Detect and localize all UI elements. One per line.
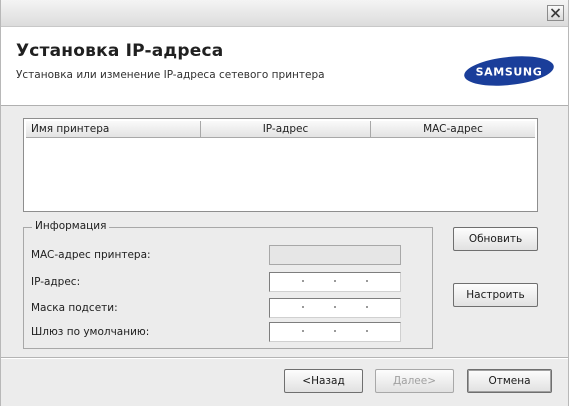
- column-ip-address[interactable]: IP-адрес: [201, 121, 371, 138]
- default-gateway-field[interactable]: [269, 322, 401, 342]
- ip-octet-separator: [334, 330, 336, 332]
- back-button[interactable]: <Назад: [284, 369, 363, 393]
- configure-button[interactable]: Настроить: [453, 283, 538, 307]
- ip-octet-separator: [366, 280, 368, 282]
- ip-octet-separator: [366, 306, 368, 308]
- ip-octet-separator: [302, 280, 304, 282]
- title-bar: [1, 0, 568, 27]
- close-icon: [550, 8, 561, 18]
- ip-octet-separator: [302, 306, 304, 308]
- printer-list-header: Имя принтера IP-адрес MAC-адрес: [26, 121, 535, 138]
- dialog-header: Установка IP-адреса Установка или измене…: [1, 27, 568, 106]
- page-subtitle: Установка или изменение IP-адреса сетево…: [16, 69, 325, 81]
- column-printer-name[interactable]: Имя принтера: [26, 121, 201, 138]
- info-group: Информация MAC-адрес принтера: IP-адрес:…: [23, 220, 433, 349]
- ip-address-field[interactable]: [269, 272, 401, 292]
- ip-octet-separator: [334, 306, 336, 308]
- subnet-mask-field[interactable]: [269, 298, 401, 318]
- info-group-title: Информация: [32, 220, 110, 232]
- ip-octet-separator: [366, 330, 368, 332]
- printer-list[interactable]: Имя принтера IP-адрес MAC-адрес: [23, 118, 538, 212]
- cancel-button[interactable]: Отмена: [467, 369, 552, 393]
- ip-address-label: IP-адрес:: [31, 276, 81, 288]
- samsung-logo-text: SAMSUNG: [476, 66, 543, 79]
- subnet-mask-label: Маска подсети:: [31, 302, 118, 314]
- refresh-button[interactable]: Обновить: [453, 227, 538, 251]
- column-mac-address[interactable]: MAC-адрес: [371, 121, 535, 138]
- mac-address-label: MAC-адрес принтера:: [31, 249, 151, 261]
- ip-octet-separator: [334, 280, 336, 282]
- ip-octet-separator: [302, 330, 304, 332]
- footer-divider-highlight: [1, 358, 568, 359]
- mac-address-field: [269, 245, 401, 265]
- page-title: Установка IP-адреса: [16, 41, 224, 61]
- default-gateway-label: Шлюз по умолчанию:: [31, 326, 150, 338]
- next-button[interactable]: Далее>: [375, 369, 454, 393]
- close-button[interactable]: [547, 5, 564, 21]
- ip-setup-dialog: Установка IP-адреса Установка или измене…: [0, 0, 569, 406]
- samsung-logo: SAMSUNG: [463, 54, 555, 92]
